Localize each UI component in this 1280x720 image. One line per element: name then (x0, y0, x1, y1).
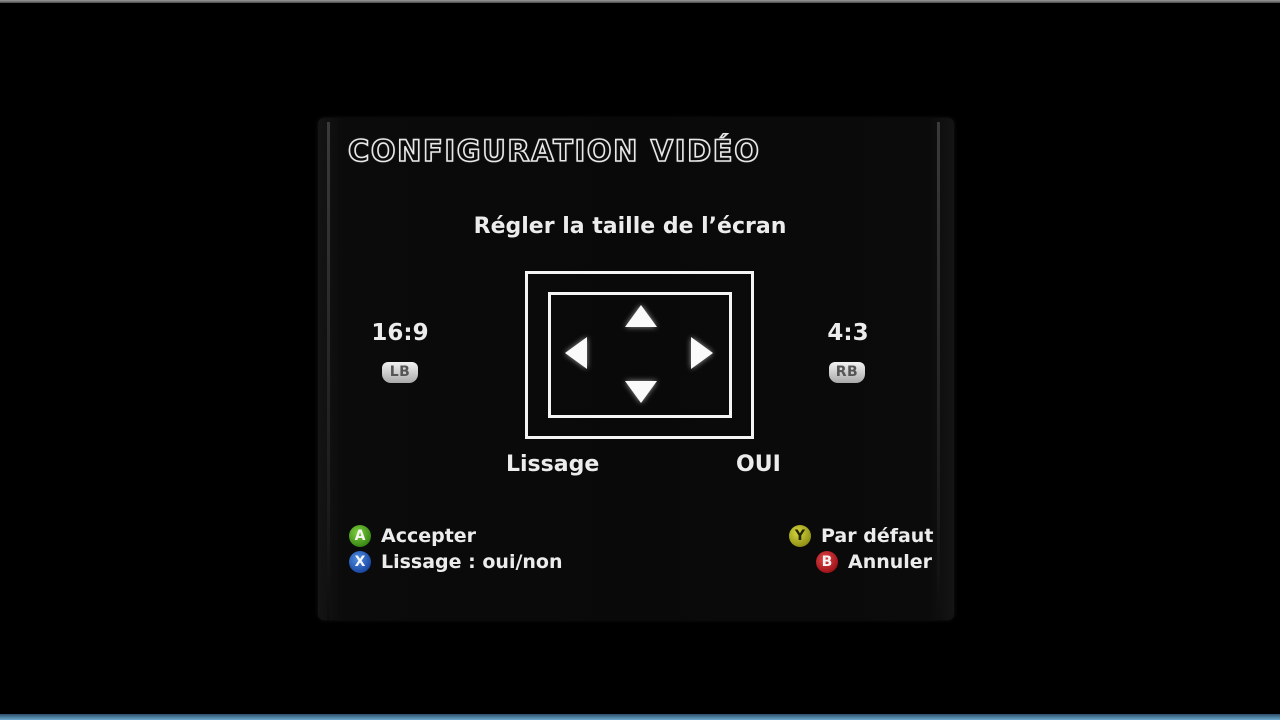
arrow-left-icon[interactable] (565, 337, 587, 369)
ratio-4-3-label[interactable]: 4:3 (808, 320, 888, 346)
x-button-icon: X (349, 551, 371, 573)
top-border (0, 0, 1280, 3)
bottom-border (0, 714, 1280, 720)
smoothing-toggle-hint[interactable]: X Lissage : oui/non (349, 550, 563, 574)
arrow-right-icon[interactable] (691, 337, 713, 369)
screen: CONFIGURATION VIDÉO Régler la taille de … (0, 0, 1280, 720)
y-button-icon: Y (789, 525, 811, 547)
rb-bumper-icon[interactable]: RB (829, 362, 865, 383)
accept-label: Accepter (381, 525, 477, 547)
screen-size-subtitle: Régler la taille de l’écran (473, 214, 787, 239)
default-hint[interactable]: Y Par défaut (789, 524, 933, 548)
arrow-up-icon[interactable] (625, 305, 657, 327)
cancel-hint[interactable]: B Annuler (816, 550, 932, 574)
smoothing-toggle-label: Lissage : oui/non (381, 551, 563, 573)
page-title: CONFIGURATION VIDÉO (347, 133, 761, 169)
smoothing-option-label[interactable]: Lissage (506, 452, 599, 477)
cancel-label: Annuler (848, 551, 933, 573)
a-button-icon: A (349, 525, 371, 547)
lb-bumper-icon[interactable]: LB (382, 362, 418, 383)
ratio-16-9-label[interactable]: 16:9 (360, 320, 440, 346)
default-label: Par défaut (821, 525, 934, 547)
smoothing-option-value[interactable]: OUI (736, 452, 781, 477)
arrow-down-icon[interactable] (625, 381, 657, 403)
b-button-icon: B (816, 551, 838, 573)
accept-hint[interactable]: A Accepter (349, 524, 476, 548)
